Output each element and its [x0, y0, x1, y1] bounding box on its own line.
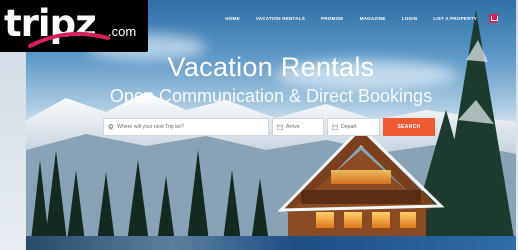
- arrive-date-input[interactable]: Arrive: [272, 118, 324, 136]
- site-logo[interactable]: tripz .com: [0, 0, 148, 52]
- nav-login[interactable]: LOGIN: [394, 16, 426, 21]
- destination-input[interactable]: Where will your next Trip be?: [103, 118, 269, 136]
- nav-magazine[interactable]: MAGAZINE: [352, 16, 394, 21]
- nav-vacation-rentals[interactable]: VACATION RENTALS: [248, 16, 313, 21]
- search-button[interactable]: SEARCH: [383, 118, 435, 136]
- menu-icon[interactable]: [489, 14, 498, 23]
- nav-list-a-property[interactable]: LIST A PROPERTY: [425, 16, 485, 21]
- nav-promise[interactable]: PROMISE: [313, 16, 352, 21]
- calendar-icon: [277, 124, 283, 130]
- hero-subtitle: Open Communication & Direct Bookings: [109, 86, 433, 106]
- search-bar: Where will your next Trip be? Arrive Dep…: [103, 118, 435, 136]
- arrive-placeholder: Arrive: [286, 124, 300, 130]
- hero-title: Vacation Rentals: [167, 52, 375, 82]
- depart-placeholder: Depart: [341, 124, 357, 130]
- destination-placeholder: Where will your next Trip be?: [117, 124, 184, 130]
- calendar-icon: [332, 124, 338, 130]
- top-navigation: HOME VACATION RENTALS PROMISE MAGAZINE L…: [217, 14, 498, 23]
- logo-swoosh-icon: [28, 31, 110, 48]
- featured-strip: [26, 236, 516, 250]
- logo-suffix: .com: [108, 24, 137, 39]
- depart-date-input[interactable]: Depart: [327, 118, 380, 136]
- nav-home[interactable]: HOME: [217, 16, 248, 21]
- map-pin-icon: [108, 124, 114, 130]
